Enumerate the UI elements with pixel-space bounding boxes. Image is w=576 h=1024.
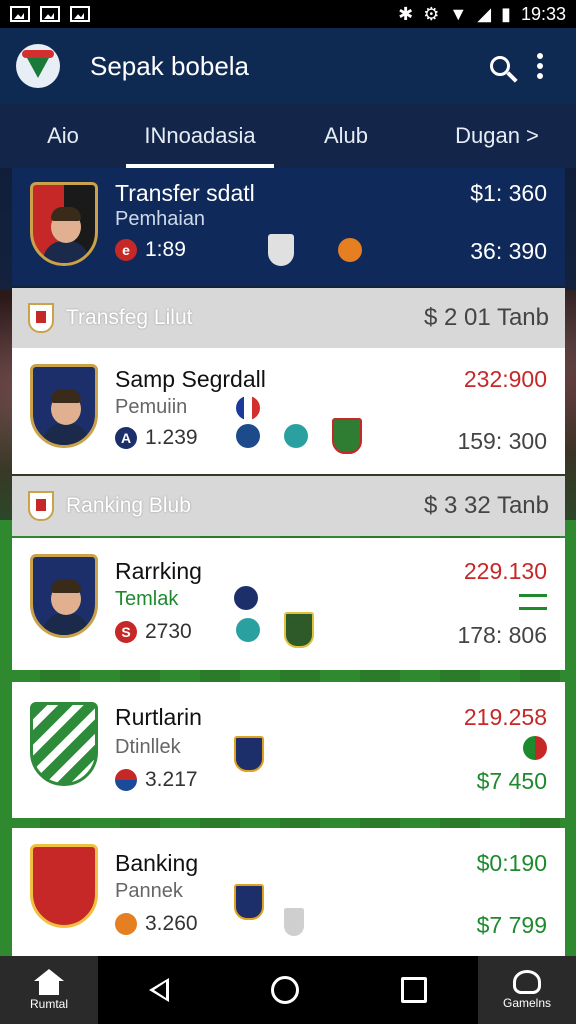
tab-dugan[interactable]: Dugan > <box>418 104 576 168</box>
search-icon <box>490 56 510 76</box>
club-shield-icon <box>284 612 314 648</box>
club-badge-icon <box>236 618 260 642</box>
stat-value: 3.260 <box>145 912 198 935</box>
value-bottom: $7 799 <box>476 912 547 938</box>
search-button[interactable] <box>480 46 520 86</box>
item-subtitle: Pemuiin <box>115 396 188 418</box>
club-badge-icon <box>115 769 137 791</box>
club-shield-icon <box>234 884 264 920</box>
club-badge-icon: e <box>115 239 137 261</box>
club-shield-icon <box>284 908 304 936</box>
overflow-menu-button[interactable] <box>520 46 560 86</box>
trend-equal-icon <box>519 594 547 610</box>
app-bar: Sepak bobela <box>0 28 576 104</box>
item-stat: 3.217 <box>115 768 198 792</box>
bottom-navigation: Rumtal Gamelns <box>0 956 576 1024</box>
value-top: $0:190 <box>476 850 547 876</box>
club-crest-icon <box>30 554 98 638</box>
nav-home-label: Rumtal <box>29 997 68 1011</box>
item-subtitle: Dtinllek <box>115 736 181 758</box>
signal-icon: ◢ <box>477 3 492 24</box>
nav-home-button[interactable]: Rumtal <box>0 956 98 1024</box>
item-title: Banking <box>115 850 199 876</box>
tab-bar: Aio INnoadasia Alub Dugan > <box>0 104 576 168</box>
section-header-ranking: Ranking Blub $ 3 32 Tanb <box>12 476 565 536</box>
club-badge-icon <box>284 424 308 448</box>
stat-value: 1.239 <box>145 426 198 449</box>
image-notification-icon <box>40 6 60 22</box>
stat-value: 3.217 <box>145 768 198 791</box>
club-crest-icon <box>30 702 98 786</box>
club-crest-icon <box>30 844 98 928</box>
recent-apps-button[interactable] <box>401 977 427 1003</box>
wifi-icon: ▼ <box>449 3 468 24</box>
nav-games-label: Gamelns <box>502 996 552 1010</box>
value-top: 229.130 <box>463 558 547 584</box>
item-title: Rarrking <box>115 558 202 584</box>
image-notification-icon <box>70 6 90 22</box>
club-badge-icon <box>234 586 258 610</box>
section-header-transfer: Transfeg Lilut $ 2 01 Tanb <box>12 288 565 348</box>
status-bar: ✱ ⚙ ▼ ◢ ▮ 19:33 <box>0 0 576 28</box>
home-icon <box>34 969 64 995</box>
app-logo-icon <box>16 44 60 88</box>
value-top: 232:900 <box>463 366 547 392</box>
nav-games-button[interactable]: Gamelns <box>478 956 576 1024</box>
bluetooth-icon: ✱ <box>398 3 414 24</box>
card-title: Transfer sdatl <box>115 180 255 206</box>
section-amount: $ 3 32 Tanb <box>423 492 549 519</box>
item-stat: S 2730 <box>115 620 192 644</box>
value-top: $1: 360 <box>470 180 547 206</box>
list-item[interactable]: Rurtlarin Dtinllek 3.217 219.258 $7 450 <box>12 682 565 818</box>
tab-indonesia[interactable]: INnoadasia <box>126 104 274 168</box>
tab-alub[interactable]: Alub <box>274 104 418 168</box>
clock: 19:33 <box>520 3 566 24</box>
item-title: Samp Segrdall <box>115 366 266 392</box>
club-badge-icon: A <box>115 427 137 449</box>
card-stat: e 1:89 <box>115 238 186 262</box>
section-amount: $ 2 01 Tanb <box>423 304 549 331</box>
card-subtitle: Pemhaian <box>115 208 206 230</box>
section-title: Ranking Blub <box>66 494 191 517</box>
item-stat: A 1.239 <box>115 426 198 450</box>
list-item[interactable]: Samp Segrdall Pemuiin A 1.239 232:900 15… <box>12 348 565 474</box>
list-item[interactable]: Banking Pannek 3.260 $0:190 $7 799 <box>12 828 565 956</box>
trend-badge-icon <box>523 736 547 760</box>
value-bottom: 159: 300 <box>457 428 547 454</box>
club-crest-icon <box>30 364 98 448</box>
club-badge-icon: S <box>115 621 137 643</box>
club-shield-icon <box>332 418 362 454</box>
tab-aio[interactable]: Aio <box>0 104 126 168</box>
settings-icon: ⚙ <box>423 3 440 24</box>
stat-value: 1:89 <box>145 238 186 261</box>
value-bottom: $7 450 <box>476 768 547 794</box>
club-shield-icon <box>28 303 54 333</box>
list-item[interactable]: Rarrking Temlak S 2730 229.130 178: 806 <box>12 538 565 670</box>
system-home-button[interactable] <box>271 976 299 1004</box>
club-badge-icon <box>338 238 362 262</box>
games-icon <box>513 970 541 994</box>
club-shield-icon <box>268 234 294 266</box>
back-button[interactable] <box>149 978 169 1002</box>
club-crest-icon <box>30 182 98 266</box>
featured-transfer-card[interactable]: Transfer sdatl Pemhaian e 1:89 $1: 360 3… <box>12 168 565 286</box>
club-shield-icon <box>28 491 54 521</box>
image-notification-icon <box>10 6 30 22</box>
app-title: Sepak bobela <box>90 50 250 81</box>
more-vert-icon <box>537 53 543 79</box>
item-subtitle: Temlak <box>115 588 179 610</box>
section-title: Transfeg Lilut <box>66 306 193 329</box>
value-bottom: 178: 806 <box>457 622 547 648</box>
item-title: Rurtlarin <box>115 704 202 730</box>
item-subtitle: Pannek <box>115 880 183 902</box>
club-shield-icon <box>234 736 264 772</box>
stat-value: 2730 <box>145 620 192 643</box>
item-stat: 3.260 <box>115 912 198 936</box>
value-bottom: 36: 390 <box>470 238 547 264</box>
value-top: 219.258 <box>463 704 547 730</box>
flag-icon <box>236 396 260 420</box>
club-badge-icon <box>115 913 137 935</box>
plus-badge-icon <box>236 424 260 448</box>
battery-icon: ▮ <box>501 3 511 24</box>
